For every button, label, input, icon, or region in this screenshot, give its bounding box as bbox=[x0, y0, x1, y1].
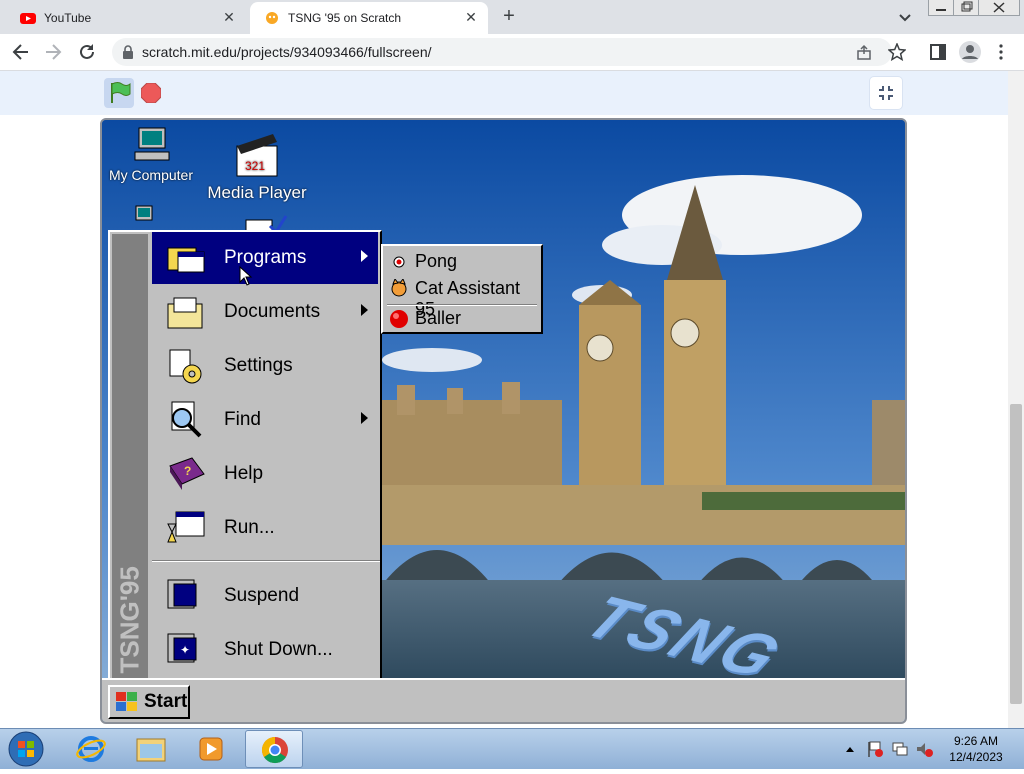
menu-item-documents[interactable]: Documents bbox=[152, 286, 378, 338]
taskbar-file-explorer[interactable] bbox=[122, 730, 180, 768]
address-bar[interactable]: scratch.mit.edu/projects/934093466/fulls… bbox=[112, 38, 906, 66]
clock-date: 12/4/2023 bbox=[949, 750, 1003, 764]
programs-folder-icon bbox=[167, 247, 205, 273]
profile-avatar-icon[interactable] bbox=[958, 40, 982, 64]
media-player-clapboard-icon: 321 bbox=[236, 134, 278, 177]
stop-button[interactable] bbox=[141, 83, 161, 103]
menu-item-settings[interactable]: Settings bbox=[152, 340, 378, 392]
url-text[interactable]: scratch.mit.edu/projects/934093466/fulls… bbox=[142, 44, 432, 60]
side-panel-icon[interactable] bbox=[930, 44, 946, 60]
browser-tab-strip: YouTube ✕ TSNG '95 on Scratch ✕ + bbox=[0, 0, 1024, 34]
submenu-item-cat-assistant[interactable]: Cat Assistant 95 bbox=[383, 275, 539, 319]
desktop-icon-label: My Computer bbox=[108, 167, 194, 183]
svg-text:321: 321 bbox=[245, 159, 265, 173]
submenu-arrow-icon bbox=[361, 304, 368, 316]
scratch-cat-icon bbox=[391, 279, 407, 297]
restore-icon bbox=[961, 1, 973, 12]
programs-submenu: Pong Cat Assistant 95 Baller bbox=[381, 244, 543, 334]
taskbar-media-player[interactable] bbox=[182, 730, 240, 768]
new-tab-button[interactable]: + bbox=[498, 6, 520, 28]
exit-fullscreen-button[interactable] bbox=[870, 77, 902, 109]
restore-button[interactable] bbox=[953, 0, 979, 16]
submenu-item-pong[interactable]: Pong bbox=[383, 248, 539, 276]
windows-logo-icon bbox=[116, 692, 137, 711]
tab-scratch[interactable]: TSNG '95 on Scratch ✕ bbox=[250, 2, 488, 34]
tab-title: TSNG '95 on Scratch bbox=[288, 11, 402, 25]
green-flag-button[interactable] bbox=[104, 78, 134, 108]
menu-item-programs[interactable]: Programs bbox=[152, 232, 378, 284]
tab-search-chevron-icon[interactable] bbox=[896, 8, 914, 26]
browser-toolbar: scratch.mit.edu/projects/934093466/fulls… bbox=[0, 34, 1024, 71]
back-arrow-icon[interactable] bbox=[10, 41, 32, 63]
pong-icon bbox=[393, 256, 405, 268]
mouse-cursor-icon bbox=[239, 266, 253, 286]
minimize-icon bbox=[936, 9, 946, 11]
forward-arrow-icon[interactable] bbox=[42, 41, 64, 63]
desktop-icon-my-computer[interactable]: My Computer bbox=[106, 124, 196, 183]
start-menu: TSNG'95 Programs Documents Settings Find… bbox=[108, 230, 382, 682]
start-label: Start bbox=[144, 691, 188, 712]
settings-gear-icon bbox=[169, 349, 202, 384]
taskbar-internet-explorer[interactable] bbox=[62, 730, 120, 768]
media-player-icon bbox=[199, 737, 223, 761]
computer-icon bbox=[134, 127, 170, 161]
tab-title: YouTube bbox=[44, 11, 92, 25]
menu-item-suspend[interactable]: Suspend bbox=[152, 570, 378, 622]
tab-youtube[interactable]: YouTube ✕ bbox=[6, 2, 246, 34]
w95-taskbar: Start bbox=[102, 678, 905, 722]
svg-text:✦: ✦ bbox=[180, 643, 190, 657]
help-book-icon: ? bbox=[169, 457, 205, 490]
svg-text:?: ? bbox=[184, 464, 191, 478]
clock-time: 9:26 AM bbox=[953, 734, 999, 748]
close-window-button[interactable] bbox=[978, 0, 1020, 16]
desktop-icon-media-player[interactable]: 321 Media Player bbox=[202, 132, 312, 203]
scratch-cat-icon bbox=[266, 12, 278, 24]
windows-taskbar: 9:26 AM 12/4/2023 bbox=[0, 728, 1024, 769]
menu-separator bbox=[152, 560, 380, 562]
close-icon bbox=[993, 2, 1005, 13]
close-tab-icon[interactable]: ✕ bbox=[222, 10, 236, 24]
scrollbar-thumb[interactable] bbox=[1010, 404, 1022, 704]
menu-item-run[interactable]: Run... bbox=[152, 502, 378, 554]
menu-item-shut-down[interactable]: ✦ Shut Down... bbox=[152, 624, 378, 676]
chrome-icon bbox=[261, 736, 288, 764]
folder-icon bbox=[136, 738, 166, 762]
youtube-icon bbox=[20, 13, 36, 24]
menu-item-help[interactable]: ? Help bbox=[152, 448, 378, 500]
start-menu-banner-text: TSNG'95 bbox=[114, 566, 145, 674]
windows-start-orb-icon[interactable] bbox=[6, 730, 46, 768]
lock-icon[interactable] bbox=[122, 45, 134, 59]
w95-start-button[interactable]: Start bbox=[108, 685, 190, 719]
show-hidden-icons-icon[interactable] bbox=[845, 744, 855, 754]
documents-folder-icon bbox=[167, 297, 203, 329]
start-menu-banner: TSNG'95 bbox=[112, 234, 148, 678]
share-icon[interactable] bbox=[856, 44, 872, 60]
bookmark-star-icon[interactable] bbox=[888, 43, 906, 61]
submenu-arrow-icon bbox=[361, 412, 368, 424]
network-status-icon[interactable] bbox=[891, 740, 909, 758]
submenu-arrow-icon bbox=[361, 250, 368, 262]
collapse-icon bbox=[879, 86, 893, 100]
system-clock[interactable]: 9:26 AM 12/4/2023 bbox=[940, 733, 1012, 765]
action-center-flag-icon[interactable] bbox=[866, 740, 884, 758]
taskbar-chrome[interactable] bbox=[245, 730, 303, 768]
reload-icon[interactable] bbox=[76, 41, 98, 63]
green-flag-icon bbox=[111, 82, 131, 103]
desktop-icon-label: Media Player bbox=[207, 183, 307, 202]
scratch-stage[interactable]: TSNG My Computer 321 Media Player TSNG'9… bbox=[100, 118, 907, 724]
run-window-icon bbox=[167, 511, 205, 543]
menu-item-find[interactable]: Find bbox=[152, 394, 378, 446]
shut-down-computer-icon: ✦ bbox=[167, 633, 197, 663]
minimize-button[interactable] bbox=[928, 0, 954, 16]
internet-explorer-icon bbox=[76, 736, 106, 762]
suspend-computer-icon bbox=[167, 579, 197, 609]
more-menu-icon[interactable] bbox=[998, 44, 1004, 60]
red-ball-icon bbox=[390, 310, 408, 328]
submenu-item-baller[interactable]: Baller bbox=[383, 305, 539, 333]
close-tab-icon[interactable]: ✕ bbox=[464, 10, 478, 24]
volume-muted-icon[interactable] bbox=[915, 740, 933, 758]
find-magnifier-icon bbox=[171, 401, 202, 438]
